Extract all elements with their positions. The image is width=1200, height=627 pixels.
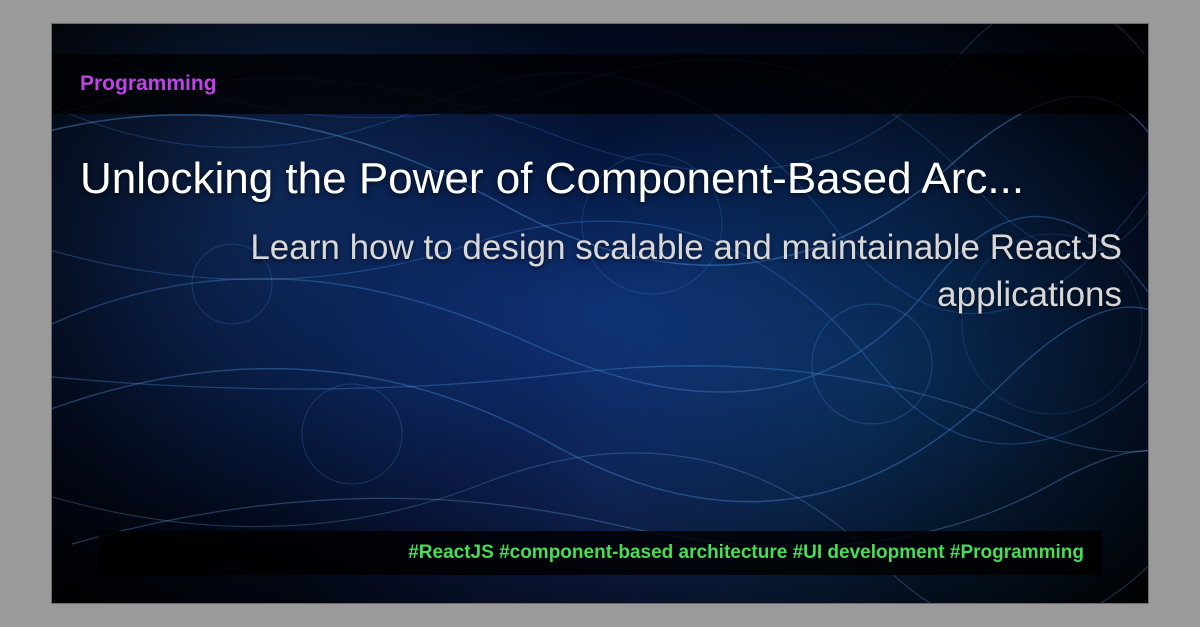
tags-text: #ReactJS #component-based architecture #… xyxy=(408,542,1084,564)
category-bar: Programming xyxy=(52,54,1148,114)
tags-bar: #ReactJS #component-based architecture #… xyxy=(98,531,1102,575)
category-label: Programming xyxy=(80,72,217,96)
promo-card: Programming Unlocking the Power of Compo… xyxy=(52,24,1148,603)
article-subtitle: Learn how to design scalable and maintai… xyxy=(112,224,1122,319)
article-title: Unlocking the Power of Component-Based A… xyxy=(80,154,1120,204)
